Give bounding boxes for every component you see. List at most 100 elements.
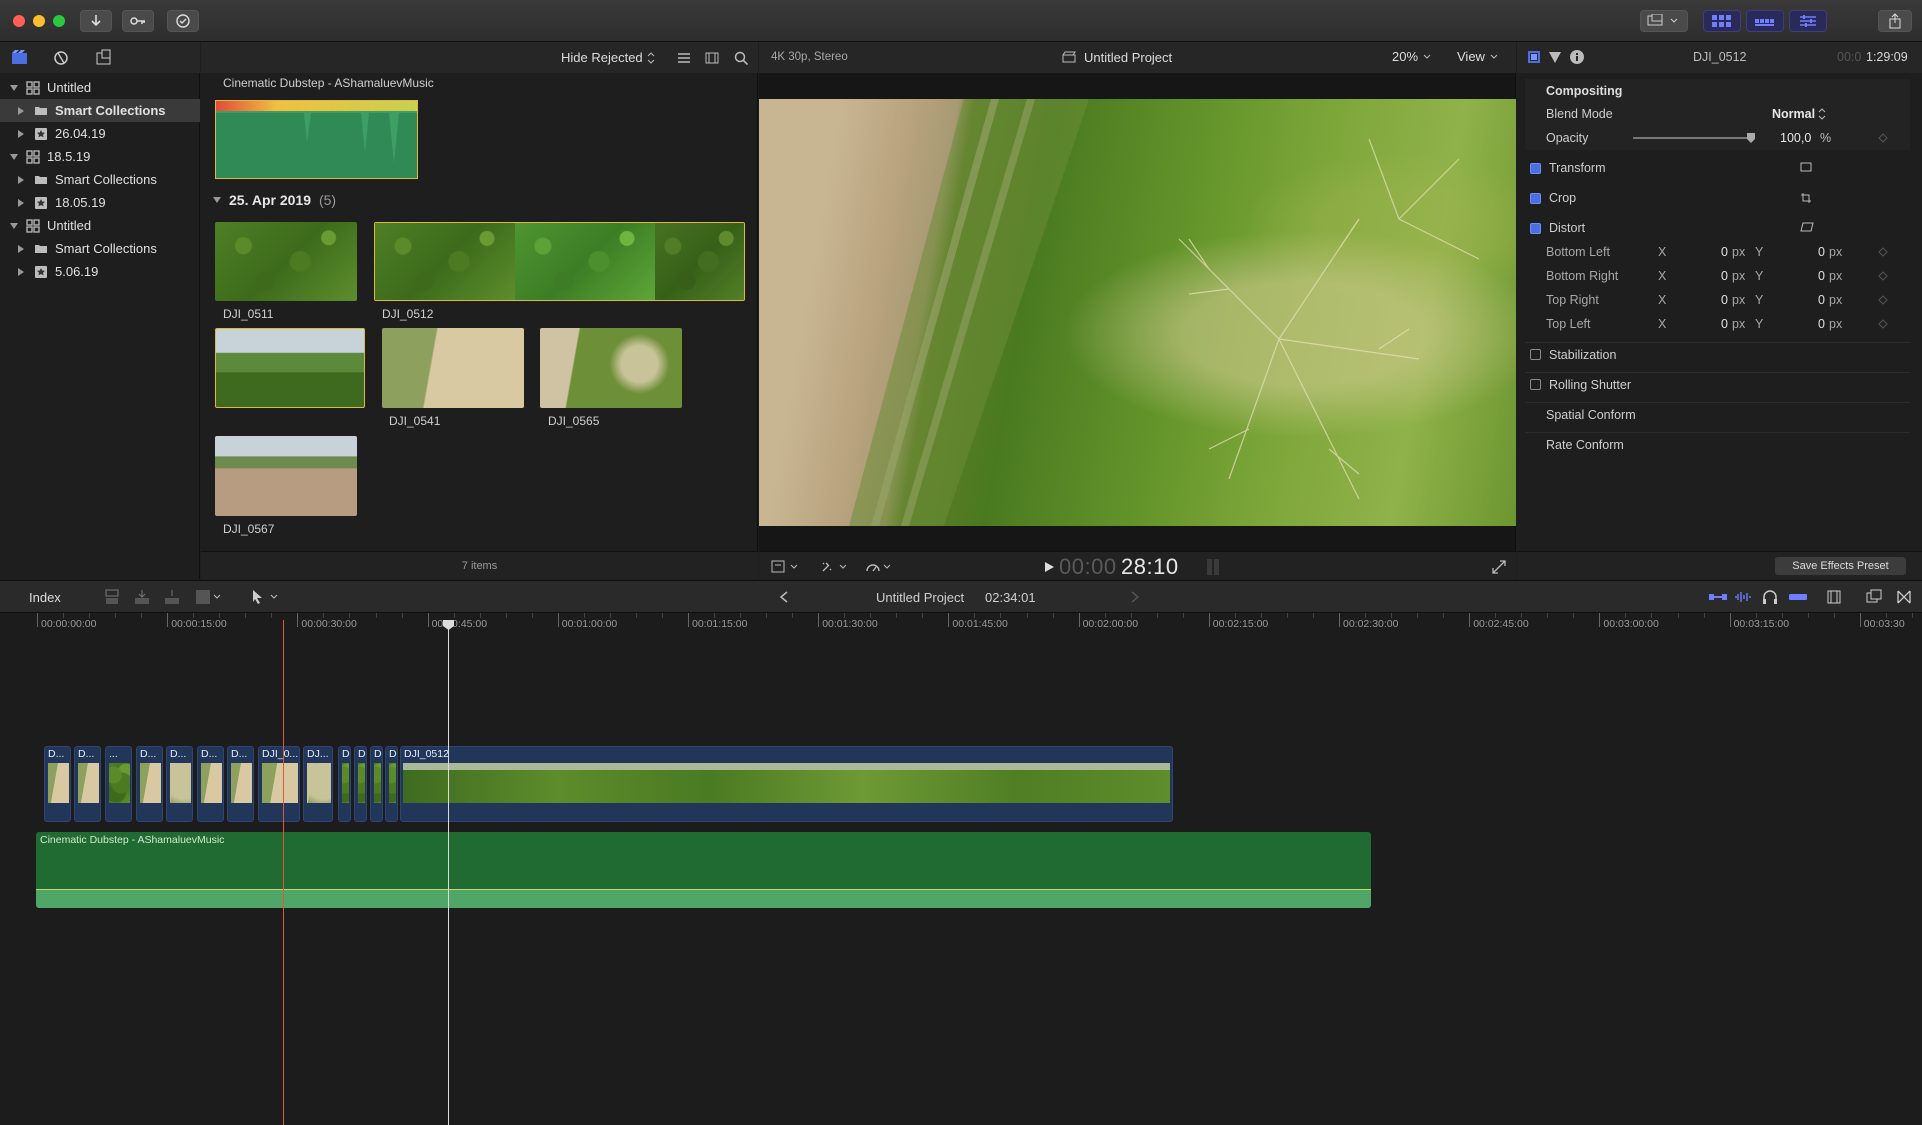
clip-thumbnail-dji-0511[interactable]: [215, 222, 357, 301]
volume-line[interactable]: [36, 889, 1371, 890]
timeline-clip[interactable]: D...: [136, 746, 163, 822]
y-value[interactable]: 0: [1805, 317, 1825, 331]
video-inspector-icon[interactable]: [1527, 50, 1541, 64]
stabilization-row[interactable]: Stabilization: [1525, 342, 1910, 366]
clip-thumbnail-dji-0512[interactable]: [374, 222, 745, 301]
rolling-shutter-checkbox[interactable]: [1530, 379, 1541, 390]
library-item[interactable]: Untitled: [0, 214, 200, 237]
audio-clip-thumbnail[interactable]: [215, 100, 418, 179]
timeline-clip[interactable]: D...: [44, 746, 71, 822]
libraries-icon[interactable]: [11, 49, 29, 66]
retime-icon[interactable]: [865, 559, 895, 575]
x-value[interactable]: 0: [1708, 245, 1728, 259]
select-tool-icon[interactable]: [251, 589, 281, 605]
playhead-line[interactable]: [448, 620, 449, 1125]
clip-thumbnail-dji-0567[interactable]: [215, 436, 357, 516]
library-item[interactable]: 18.5.19: [0, 145, 200, 168]
connect-clip-icon[interactable]: [104, 589, 120, 605]
timeline-clip[interactable]: D...: [227, 746, 254, 822]
list-view-icon[interactable]: [677, 52, 691, 64]
video-only-icon[interactable]: [1708, 590, 1728, 604]
timeline-clip[interactable]: DJI_0...: [258, 746, 300, 822]
snapping-icon[interactable]: [1788, 590, 1808, 604]
rate-conform-row[interactable]: Rate Conform: [1525, 432, 1910, 456]
photos-audio-icon[interactable]: [52, 49, 70, 66]
disclosure-triangle-icon[interactable]: [10, 84, 18, 91]
timeline-clip-dji-0512[interactable]: DJI_0512: [400, 746, 1173, 822]
event-group-header[interactable]: 25. Apr 2019 (5): [213, 192, 336, 208]
distort-checkbox[interactable]: [1530, 222, 1541, 234]
x-value[interactable]: 0: [1708, 317, 1728, 331]
insert-clip-icon[interactable]: [134, 589, 150, 605]
timeline-layout-toggle[interactable]: [1746, 10, 1784, 32]
headphones-icon[interactable]: [1762, 589, 1778, 605]
opacity-value[interactable]: 100,0: [1780, 131, 1811, 145]
filter-popup[interactable]: Hide Rejected: [561, 50, 655, 65]
zoom-menu[interactable]: 20%: [1392, 49, 1431, 64]
library-item[interactable]: Untitled: [0, 76, 200, 99]
timeline-clip[interactable]: D: [385, 746, 398, 822]
titles-generators-icon[interactable]: [95, 49, 113, 66]
transitions-browser-icon[interactable]: [1896, 589, 1912, 605]
viewer-video-frame[interactable]: [759, 99, 1516, 526]
timeline-ruler[interactable]: 00:00:00:00 00:00:15:00 00:00:30:00 00:00:4…: [0, 613, 1922, 637]
keyframe-icon[interactable]: [1878, 133, 1888, 143]
keyframe-icon[interactable]: [1878, 271, 1888, 281]
library-item[interactable]: 5.06.19: [0, 260, 200, 283]
import-button[interactable]: [80, 10, 112, 32]
library-item[interactable]: Smart Collections: [0, 237, 200, 260]
disclosure-triangle-icon[interactable]: [18, 267, 24, 276]
opacity-slider-knob[interactable]: [1746, 132, 1756, 144]
keyframe-icon[interactable]: [1878, 295, 1888, 305]
opacity-slider-track[interactable]: [1633, 137, 1751, 139]
disclosure-triangle-icon[interactable]: [10, 222, 18, 229]
clip-thumbnail-dji-0565[interactable]: [540, 328, 682, 408]
crop-checkbox[interactable]: [1530, 192, 1541, 204]
transform-row[interactable]: Transform: [1525, 156, 1910, 180]
keywords-button[interactable]: [122, 10, 154, 32]
library-item[interactable]: Smart Collections: [0, 99, 200, 122]
timeline-clip[interactable]: ...: [105, 746, 132, 822]
disclosure-triangle-icon[interactable]: [18, 244, 24, 253]
y-value[interactable]: 0: [1805, 293, 1825, 307]
effects-browser-icon[interactable]: [1866, 589, 1882, 605]
timeline-clip[interactable]: D: [370, 746, 383, 822]
share-button[interactable]: [1878, 10, 1912, 32]
search-icon[interactable]: [734, 51, 748, 65]
disclosure-triangle-icon[interactable]: [18, 175, 24, 184]
inspector-layout-toggle[interactable]: [1789, 10, 1827, 32]
clip-thumbnail-landscape[interactable]: [215, 328, 365, 408]
timeline-clip[interactable]: D: [354, 746, 367, 822]
disclosure-triangle-icon[interactable]: [10, 153, 18, 160]
transform-onscreen-icon[interactable]: [1800, 162, 1812, 173]
library-item[interactable]: 26.04.19: [0, 122, 200, 145]
library-item[interactable]: 18.05.19: [0, 191, 200, 214]
timeline-clip[interactable]: D...: [74, 746, 101, 822]
info-icon[interactable]: [1569, 49, 1585, 65]
display-menu-button[interactable]: [1640, 10, 1688, 32]
clip-appearance-icon[interactable]: [1826, 589, 1842, 605]
zoom-window-button[interactable]: [53, 15, 65, 27]
timeline-index-button[interactable]: Index: [29, 590, 61, 605]
browser-layout-toggle[interactable]: [1703, 10, 1741, 32]
timeline-clip[interactable]: D...: [197, 746, 224, 822]
crop-row[interactable]: Crop: [1525, 186, 1910, 210]
append-clip-icon[interactable]: [164, 589, 180, 605]
rolling-shutter-row[interactable]: Rolling Shutter: [1525, 372, 1910, 396]
forward-arrow-icon[interactable]: [1130, 591, 1140, 603]
blend-mode-popup[interactable]: Normal: [1772, 107, 1826, 121]
transform-tools-icon[interactable]: [771, 560, 801, 574]
y-value[interactable]: 0: [1805, 269, 1825, 283]
background-tasks-button[interactable]: [167, 10, 199, 32]
clip-thumbnail-dji-0541[interactable]: [382, 328, 524, 408]
keyframe-icon[interactable]: [1878, 319, 1888, 329]
spatial-conform-row[interactable]: Spatial Conform: [1525, 402, 1910, 426]
keyframe-icon[interactable]: [1878, 247, 1888, 257]
back-arrow-icon[interactable]: [779, 591, 789, 603]
y-value[interactable]: 0: [1805, 245, 1825, 259]
audio-waveform-icon[interactable]: [1734, 590, 1754, 604]
timeline-clip[interactable]: D: [338, 746, 351, 822]
x-value[interactable]: 0: [1708, 269, 1728, 283]
view-menu[interactable]: View: [1457, 49, 1498, 64]
distort-row[interactable]: Distort: [1525, 216, 1910, 240]
